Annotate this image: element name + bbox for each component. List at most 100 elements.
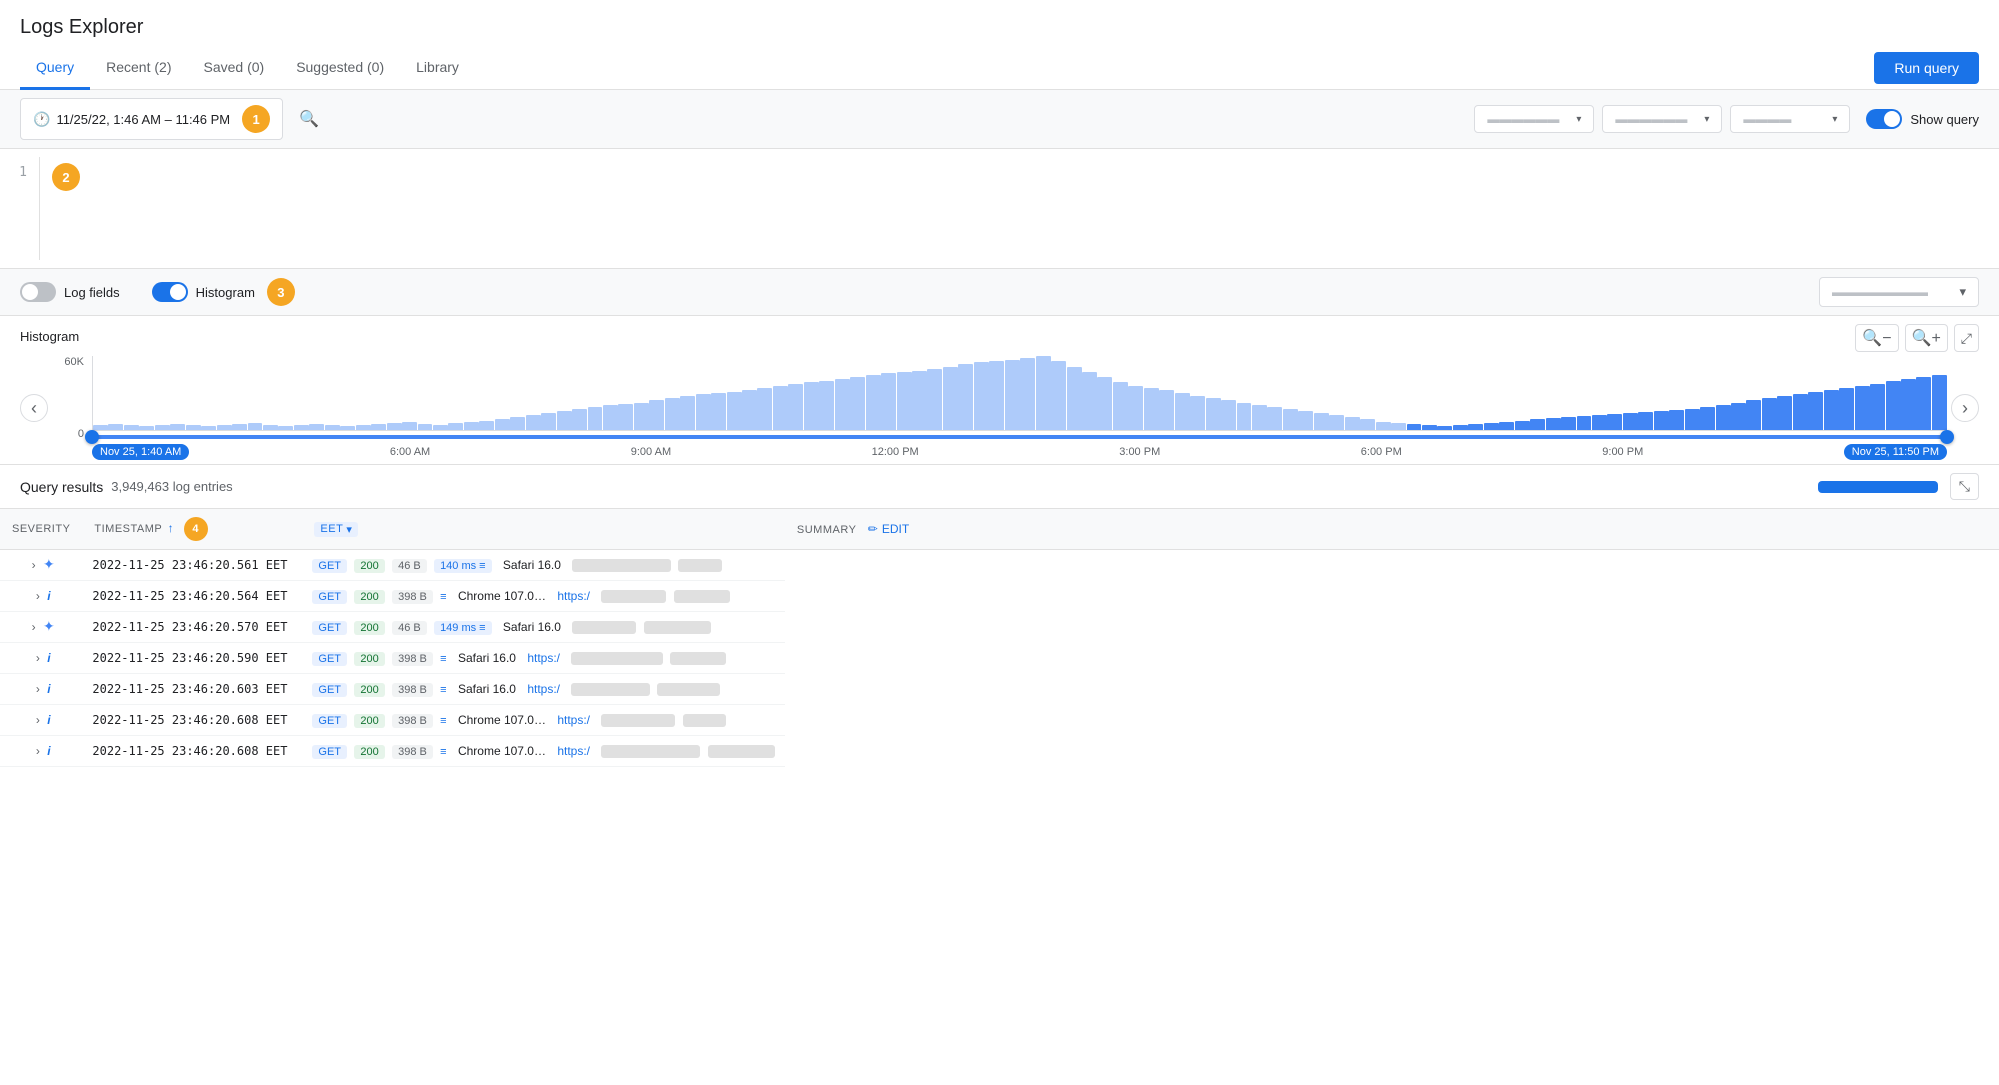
url-text: https:/ <box>557 713 590 727</box>
tab-library[interactable]: Library <box>400 47 475 90</box>
chevron-down-icon-1: ▾ <box>1576 114 1581 125</box>
histogram-bar <box>1685 409 1700 430</box>
editor-content-area[interactable] <box>40 157 1999 260</box>
bottom-filter-dropdown[interactable]: ▬▬▬▬▬▬▬▬ ▾ <box>1819 277 1979 307</box>
histogram-bar <box>1561 417 1576 430</box>
histogram-bar <box>1376 422 1391 430</box>
tab-query[interactable]: Query <box>20 47 90 90</box>
timeline-label-5: 6:00 PM <box>1361 446 1402 458</box>
histogram-bar <box>155 425 170 430</box>
histogram-bar <box>1283 409 1298 430</box>
histogram-bar <box>448 423 463 430</box>
histogram-bar <box>263 425 278 430</box>
eet-header-badge[interactable]: EET ▾ <box>314 522 358 537</box>
histogram-bar <box>1252 405 1267 430</box>
histogram-bar <box>1546 418 1561 430</box>
show-query-toggle[interactable] <box>1866 109 1902 129</box>
dropdown-3[interactable]: ▬▬▬▬ ▾ <box>1730 105 1850 133</box>
histogram-bar <box>1623 413 1638 430</box>
histogram-bar <box>866 375 881 430</box>
expand-histogram-button[interactable]: ⤢ <box>1954 324 1979 352</box>
tab-suggested[interactable]: Suggested (0) <box>280 47 400 90</box>
method-badge: GET <box>312 745 347 759</box>
histogram-bar <box>1237 403 1252 430</box>
cell-timestamp: 2022-11-25 23:46:20.608 EET <box>82 705 302 736</box>
expand-row-button[interactable]: › <box>32 711 44 729</box>
dropdown-1-value: ▬▬▬▬▬▬ <box>1487 112 1559 126</box>
expand-results-button[interactable]: ⤡ <box>1950 473 1979 500</box>
expand-row-button[interactable]: › <box>28 618 40 636</box>
size-badge: 46 B <box>392 621 427 635</box>
dropdown-1[interactable]: ▬▬▬▬▬▬ ▾ <box>1474 105 1594 133</box>
method-badge: GET <box>312 590 347 604</box>
log-fields-toggle[interactable] <box>20 282 56 302</box>
histogram-toggle[interactable] <box>152 282 188 302</box>
table-row: › i 2022-11-25 23:46:20.608 EET GET 200 … <box>0 736 1999 767</box>
histogram-nav-left[interactable]: ‹ <box>20 394 48 422</box>
histogram-bar <box>217 425 232 430</box>
histogram-bar <box>1175 393 1190 430</box>
dropdown-3-value: ▬▬▬▬ <box>1743 112 1791 126</box>
histogram-bar <box>850 377 865 430</box>
histogram-nav-right[interactable]: › <box>1951 394 1979 422</box>
filter-icon[interactable]: ≡ <box>440 591 446 603</box>
severity-info-icon: i <box>47 651 50 665</box>
edit-summary-button[interactable]: ✏ EDIT <box>868 522 909 536</box>
slider-thumb-right[interactable] <box>1940 430 1954 444</box>
expand-row-button[interactable]: › <box>32 680 44 698</box>
histogram-bar <box>1298 411 1313 430</box>
histogram-bar <box>603 405 618 430</box>
expand-row-button[interactable]: › <box>28 556 40 574</box>
browser-text: Chrome 107.0… <box>458 713 546 727</box>
method-badge: GET <box>312 683 347 697</box>
histogram-label: Histogram <box>196 285 255 300</box>
severity-star-icon: ✦ <box>43 618 55 634</box>
histogram-bar <box>93 425 108 430</box>
histogram-timeline: Nov 25, 1:40 AM 6:00 AM 9:00 AM 12:00 PM… <box>92 440 1947 460</box>
filter-icon[interactable]: ≡ <box>440 746 446 758</box>
blurred-cell <box>601 714 675 727</box>
histogram-bar <box>495 419 510 430</box>
cell-timestamp: 2022-11-25 23:46:20.608 EET <box>82 736 302 767</box>
method-badge: GET <box>312 559 347 573</box>
histogram-bar <box>974 362 989 430</box>
histogram-bar <box>232 424 247 430</box>
histogram-bar <box>1329 415 1344 430</box>
histogram-bar <box>1067 367 1082 430</box>
blurred-cell-2 <box>670 652 726 665</box>
expand-row-button[interactable]: › <box>32 742 44 760</box>
expand-row-button[interactable]: › <box>32 587 44 605</box>
filter-icon[interactable]: ≡ <box>440 715 446 727</box>
histogram-bar <box>1221 400 1236 430</box>
tab-saved[interactable]: Saved (0) <box>187 47 280 90</box>
results-action-button[interactable] <box>1818 481 1938 493</box>
query-editor: 1 2 <box>0 149 1999 269</box>
filter-icon[interactable]: ≡ <box>440 653 446 665</box>
filter-icon[interactable]: ≡ <box>479 622 485 634</box>
histogram-bar <box>1808 392 1823 430</box>
run-query-button[interactable]: Run query <box>1874 52 1979 84</box>
zoom-out-button[interactable]: 🔍− <box>1855 324 1898 352</box>
histogram-bar <box>371 424 386 430</box>
histogram-bar <box>1206 398 1221 430</box>
zoom-in-button[interactable]: 🔍+ <box>1905 324 1948 352</box>
dropdown-2[interactable]: ▬▬▬▬▬▬ ▾ <box>1602 105 1722 133</box>
tab-recent[interactable]: Recent (2) <box>90 47 187 90</box>
method-badge: GET <box>312 714 347 728</box>
size-badge: 398 B <box>392 652 433 666</box>
histogram-bar <box>1020 358 1035 430</box>
cell-expand: › i <box>0 581 82 612</box>
expand-row-button[interactable]: › <box>32 649 44 667</box>
histogram-bar <box>402 422 417 430</box>
search-icon-button[interactable]: 🔍 <box>291 105 327 133</box>
query-results-label: Query results <box>20 479 103 495</box>
status-badge: 200 <box>354 652 384 666</box>
filter-icon[interactable]: ≡ <box>440 684 446 696</box>
cell-timestamp: 2022-11-25 23:46:20.570 EET <box>82 612 302 643</box>
step-badge-3: 3 <box>267 278 295 306</box>
histogram-bar <box>1916 377 1931 430</box>
datetime-picker-button[interactable]: 🕐 11/25/22, 1:46 AM – 11:46 PM 1 <box>20 98 283 140</box>
histogram-bar <box>1036 356 1051 430</box>
table-row: › i 2022-11-25 23:46:20.603 EET GET 200 … <box>0 674 1999 705</box>
filter-icon[interactable]: ≡ <box>479 560 485 572</box>
